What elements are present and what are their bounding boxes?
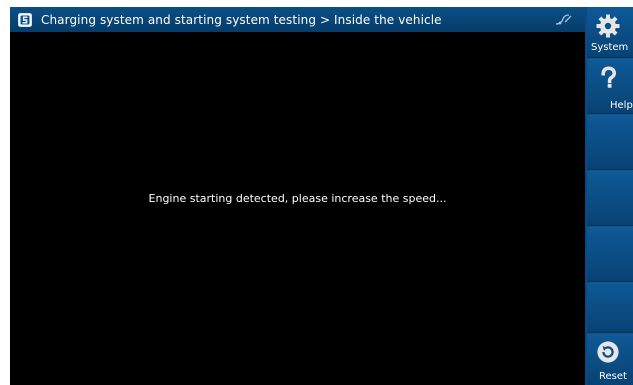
- status-message: Engine starting detected, please increas…: [148, 192, 447, 205]
- reset-icon: [597, 341, 619, 363]
- question-icon: [601, 66, 617, 88]
- gear-icon: [596, 14, 620, 38]
- function-button-1[interactable]: [587, 114, 633, 170]
- function-button-4[interactable]: [587, 282, 633, 333]
- help-label: Help: [610, 100, 633, 111]
- app-logo-icon: [18, 12, 32, 27]
- reset-button[interactable]: Reset: [587, 333, 633, 385]
- device-screen: Charging system and starting system test…: [10, 7, 633, 385]
- function-button-2[interactable]: [587, 170, 633, 226]
- title-bar: Charging system and starting system test…: [10, 7, 585, 32]
- system-label: System: [591, 42, 629, 53]
- system-button[interactable]: System: [587, 7, 633, 58]
- function-button-3[interactable]: [587, 226, 633, 282]
- sidebar: System Help Reset: [585, 7, 633, 385]
- help-button[interactable]: Help: [587, 58, 633, 114]
- reset-label: Reset: [599, 371, 627, 382]
- main-content: Engine starting detected, please increas…: [10, 32, 585, 385]
- connection-icon: [555, 14, 572, 25]
- page-title: Charging system and starting system test…: [41, 12, 442, 27]
